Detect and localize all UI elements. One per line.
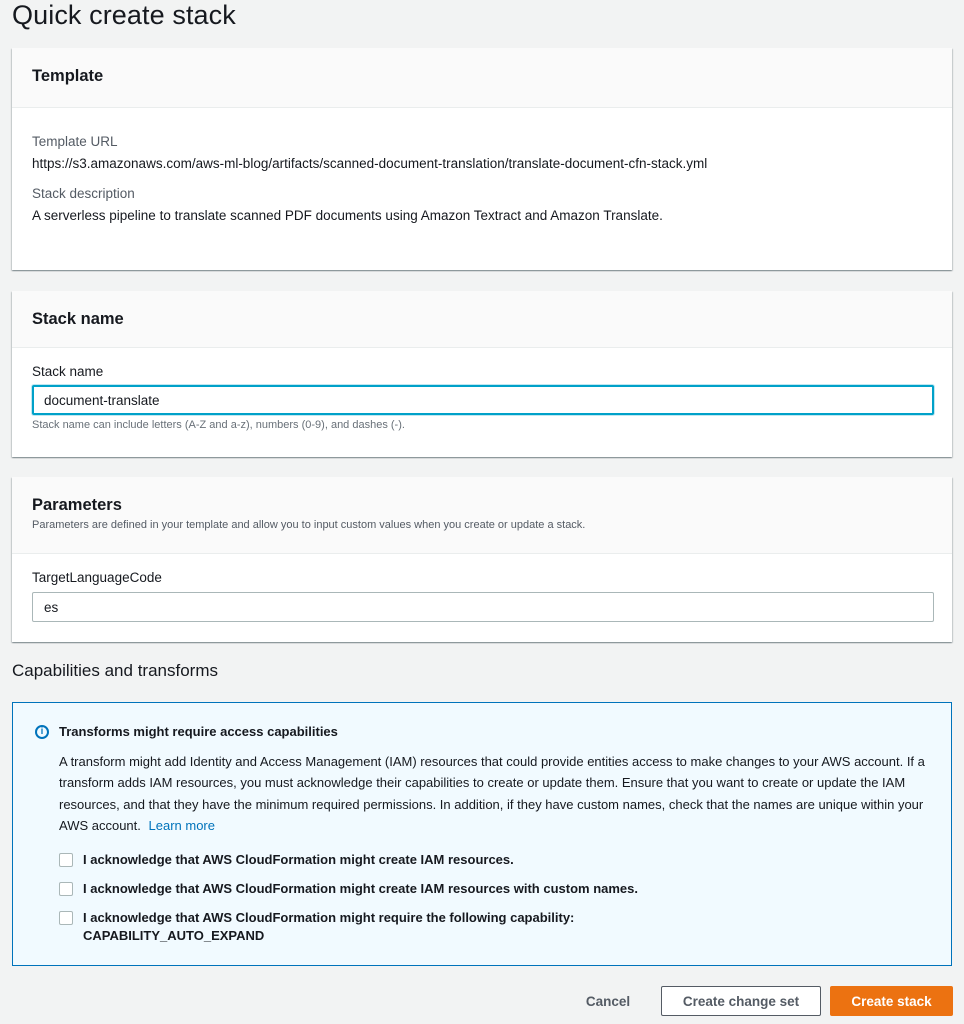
stack-name-input[interactable] (32, 385, 934, 415)
quick-create-stack-page: Quick create stack Template Template URL… (0, 0, 964, 1024)
stack-name-constraint: Stack name can include letters (A-Z and … (32, 419, 405, 431)
template-url-value: https://s3.amazonaws.com/aws-ml-blog/art… (32, 156, 708, 171)
ack-auto-expand-label-line2: CAPABILITY_AUTO_EXPAND (83, 928, 265, 943)
stack-name-panel-body: Stack name Stack name can include letter… (12, 364, 952, 431)
ack-iam-resources[interactable]: I acknowledge that AWS CloudFormation mi… (59, 851, 514, 869)
capabilities-heading: Capabilities and transforms (12, 661, 218, 680)
stack-name-panel: Stack name Stack name Stack name can inc… (12, 291, 952, 457)
stack-name-panel-heading: Stack name (32, 310, 124, 328)
template-panel-body: Template URL https://s3.amazonaws.com/aw… (12, 134, 952, 223)
ack-auto-expand-label: I acknowledge that AWS CloudFormation mi… (83, 909, 574, 945)
parameters-panel-body: TargetLanguageCode (12, 570, 952, 622)
stack-description-label: Stack description (32, 186, 135, 201)
template-url-label: Template URL (32, 134, 118, 149)
stack-name-panel-header: Stack name (12, 291, 952, 348)
ack-iam-resources-checkbox[interactable] (59, 853, 73, 867)
parameters-panel-header: Parameters Parameters are defined in you… (12, 477, 952, 554)
cancel-button[interactable]: Cancel (570, 986, 646, 1016)
create-stack-button[interactable]: Create stack (830, 986, 953, 1016)
stack-description-value: A serverless pipeline to translate scann… (32, 208, 663, 223)
ack-auto-expand-checkbox[interactable] (59, 911, 73, 925)
ack-auto-expand[interactable]: I acknowledge that AWS CloudFormation mi… (59, 909, 574, 945)
info-icon: i (35, 724, 49, 739)
stack-name-label: Stack name (32, 364, 104, 379)
ack-auto-expand-label-line1: I acknowledge that AWS CloudFormation mi… (83, 910, 575, 925)
target-language-code-input[interactable] (32, 592, 934, 622)
ack-iam-custom-names[interactable]: I acknowledge that AWS CloudFormation mi… (59, 880, 638, 898)
capabilities-info-alert: i Transforms might require access capabi… (12, 702, 952, 966)
ack-iam-custom-names-checkbox[interactable] (59, 882, 73, 896)
parameters-panel-description: Parameters are defined in your template … (32, 519, 586, 531)
parameters-panel: Parameters Parameters are defined in you… (12, 477, 952, 642)
create-change-set-button[interactable]: Create change set (661, 986, 821, 1016)
ack-iam-resources-label: I acknowledge that AWS CloudFormation mi… (83, 852, 514, 867)
info-body: A transform might add Identity and Acces… (59, 751, 929, 836)
info-title: Transforms might require access capabili… (59, 724, 338, 739)
parameters-panel-heading: Parameters (32, 496, 122, 514)
template-panel-heading: Template (32, 67, 104, 85)
page-title: Quick create stack (12, 0, 236, 30)
template-panel: Template Template URL https://s3.amazona… (12, 48, 952, 270)
learn-more-link[interactable]: Learn more (149, 818, 215, 833)
template-panel-header: Template (12, 48, 952, 108)
ack-iam-custom-names-label: I acknowledge that AWS CloudFormation mi… (83, 881, 639, 896)
parameter-label: TargetLanguageCode (32, 570, 162, 585)
info-title-row: i Transforms might require access capabi… (35, 724, 338, 739)
